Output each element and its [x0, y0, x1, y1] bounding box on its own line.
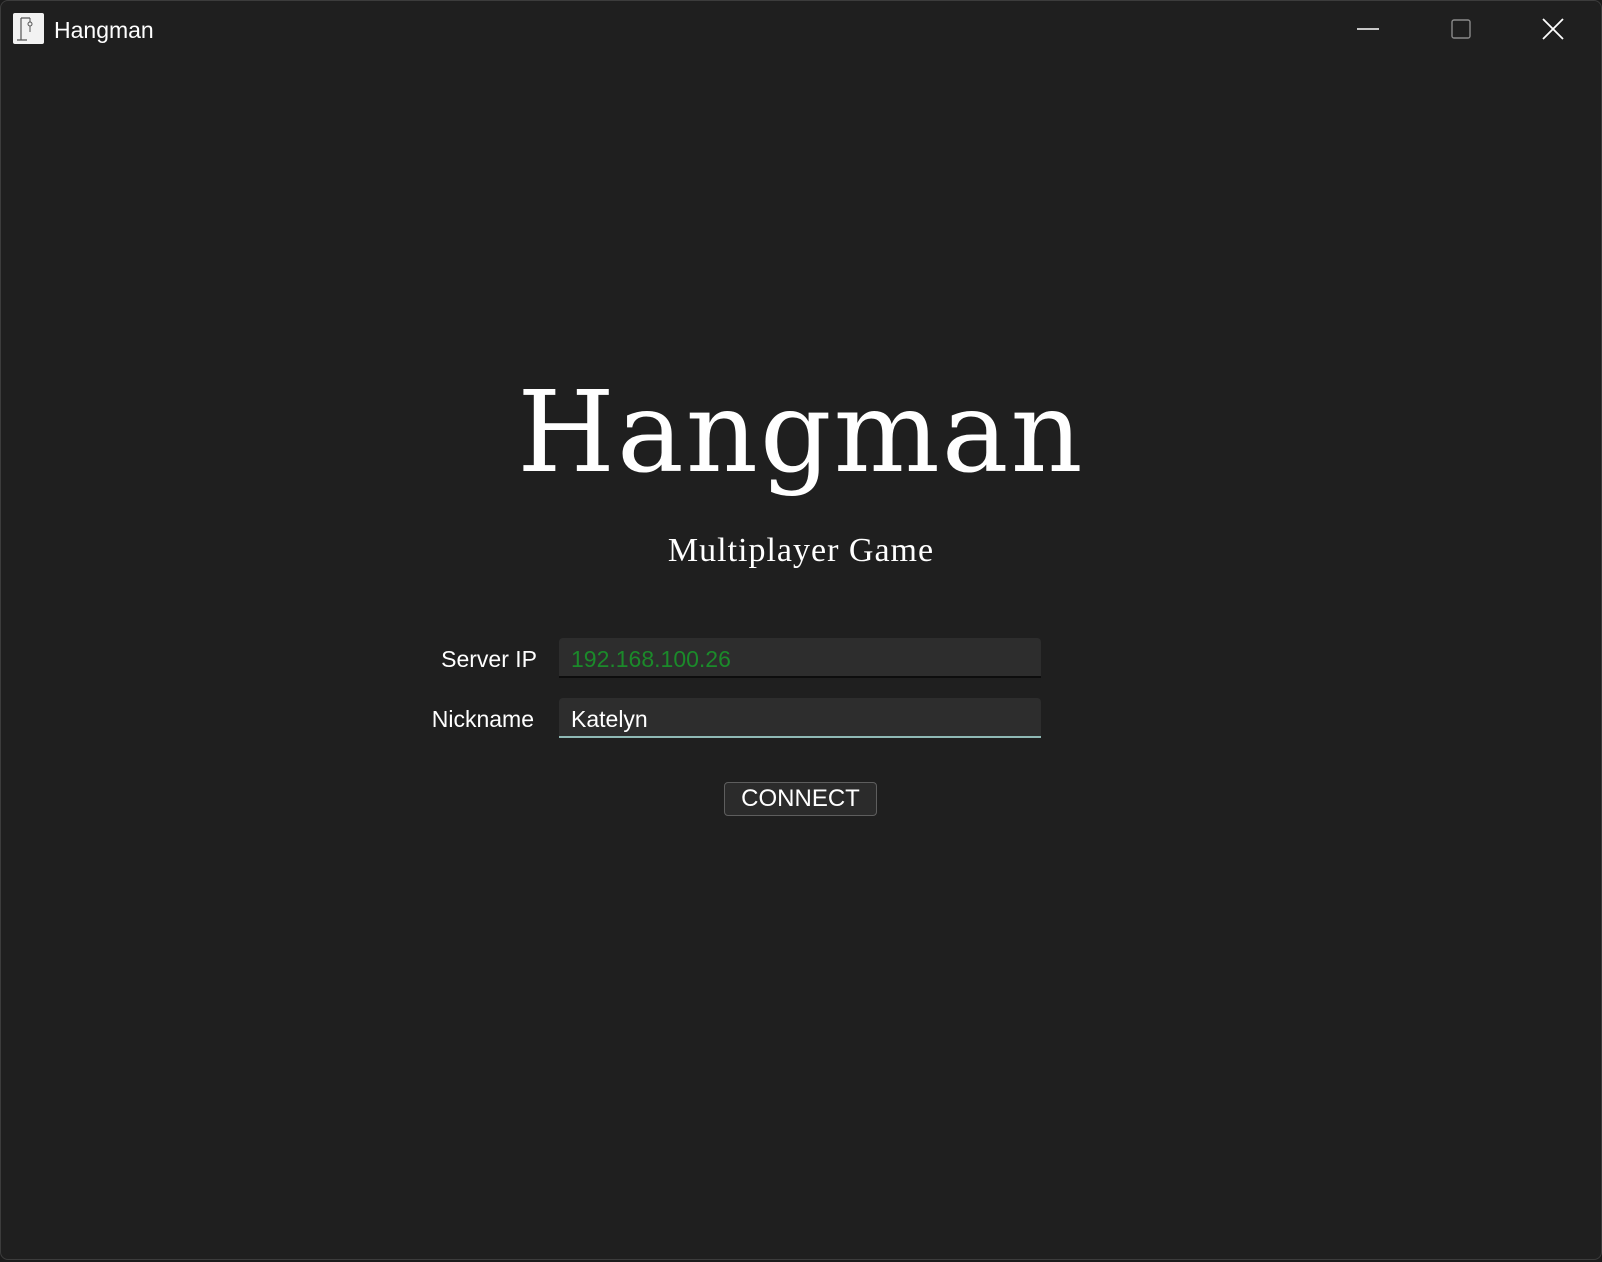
close-icon	[1542, 18, 1564, 40]
nickname-field[interactable]: Katelyn	[559, 698, 1041, 738]
server-ip-field[interactable]: 192.168.100.26	[559, 638, 1041, 678]
hangman-app-icon	[13, 13, 44, 44]
app-window: Hangman Hangman Multiplayer Game Server …	[0, 0, 1602, 1260]
maximize-icon	[1451, 19, 1471, 39]
nickname-label: Nickname	[431, 706, 534, 732]
title-bar[interactable]: Hangman	[1, 1, 1601, 59]
maximize-button[interactable]	[1415, 1, 1507, 59]
server-ip-label: Server IP	[441, 646, 537, 672]
game-title: Hangman	[517, 368, 1085, 498]
window-title: Hangman	[54, 17, 154, 43]
connect-button[interactable]: CONNECT	[724, 782, 877, 816]
minimize-button[interactable]	[1323, 1, 1415, 59]
close-button[interactable]	[1507, 1, 1599, 59]
game-subtitle: Multiplayer Game	[667, 532, 935, 569]
